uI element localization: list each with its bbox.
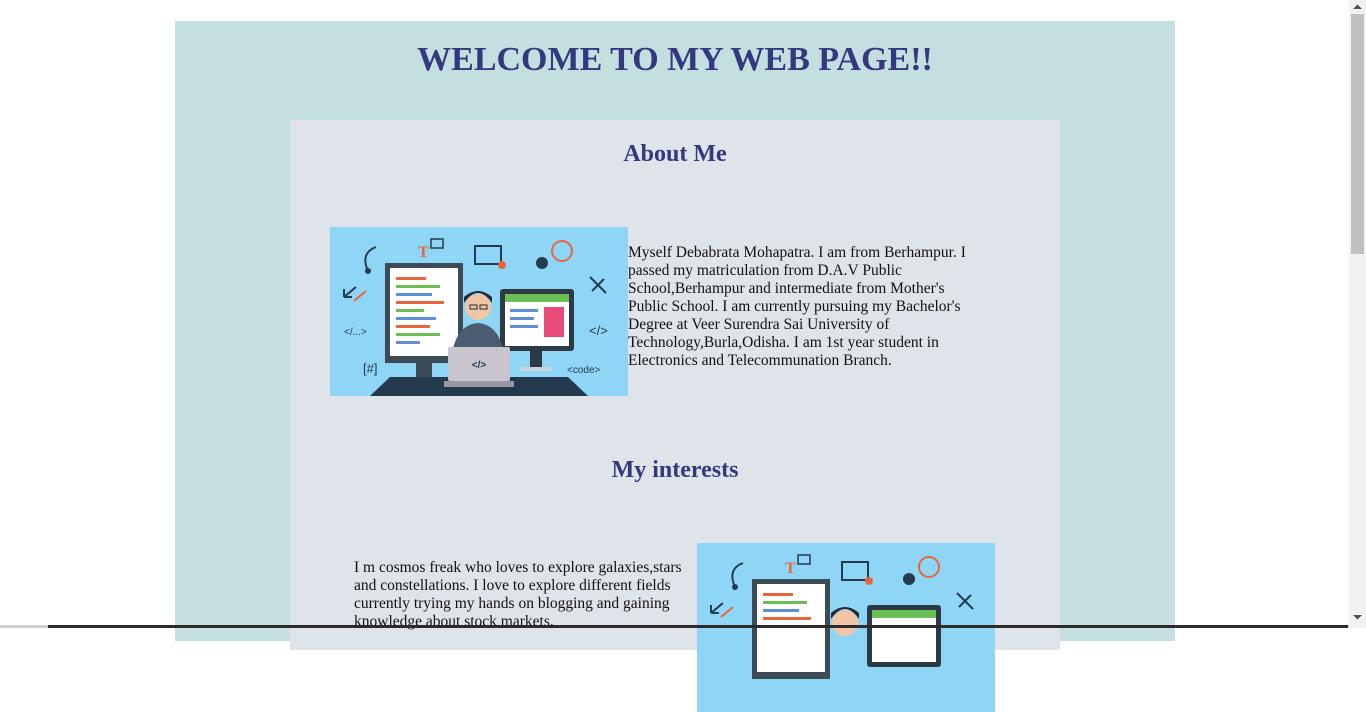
svg-text:T: T xyxy=(785,560,796,577)
illustration-label-tl: </...> xyxy=(344,327,367,338)
page-container: WELCOME TO MY WEB PAGE!! About Me </> T … xyxy=(175,21,1175,712)
illustration-label-hash: [#] xyxy=(363,361,377,376)
illustration-label-r: </> xyxy=(589,323,608,338)
scroll-thumb[interactable] xyxy=(1351,14,1364,254)
illustration-label-code: <code> xyxy=(567,365,601,376)
interests-heading: My interests xyxy=(611,457,739,483)
interests-text: I m cosmos freak who loves to explore ga… xyxy=(354,559,682,630)
scroll-up-arrow-icon[interactable] xyxy=(1349,0,1366,14)
developer-illustration: </> T </...> </> [#] <code> xyxy=(330,227,628,396)
scroll-down-arrow-icon[interactable] xyxy=(1349,610,1366,624)
about-text: Myself Debabrata Mohapatra. I am from Be… xyxy=(628,244,966,369)
vertical-scrollbar[interactable] xyxy=(1349,0,1366,628)
laptop-code-label: </> xyxy=(472,360,487,371)
content-card: About Me </> T </...> </> [#] <code> Mys… xyxy=(290,120,1060,712)
page-title: WELCOME TO MY WEB PAGE!! xyxy=(417,41,933,78)
svg-text:T: T xyxy=(418,244,429,261)
about-heading: About Me xyxy=(623,141,727,167)
